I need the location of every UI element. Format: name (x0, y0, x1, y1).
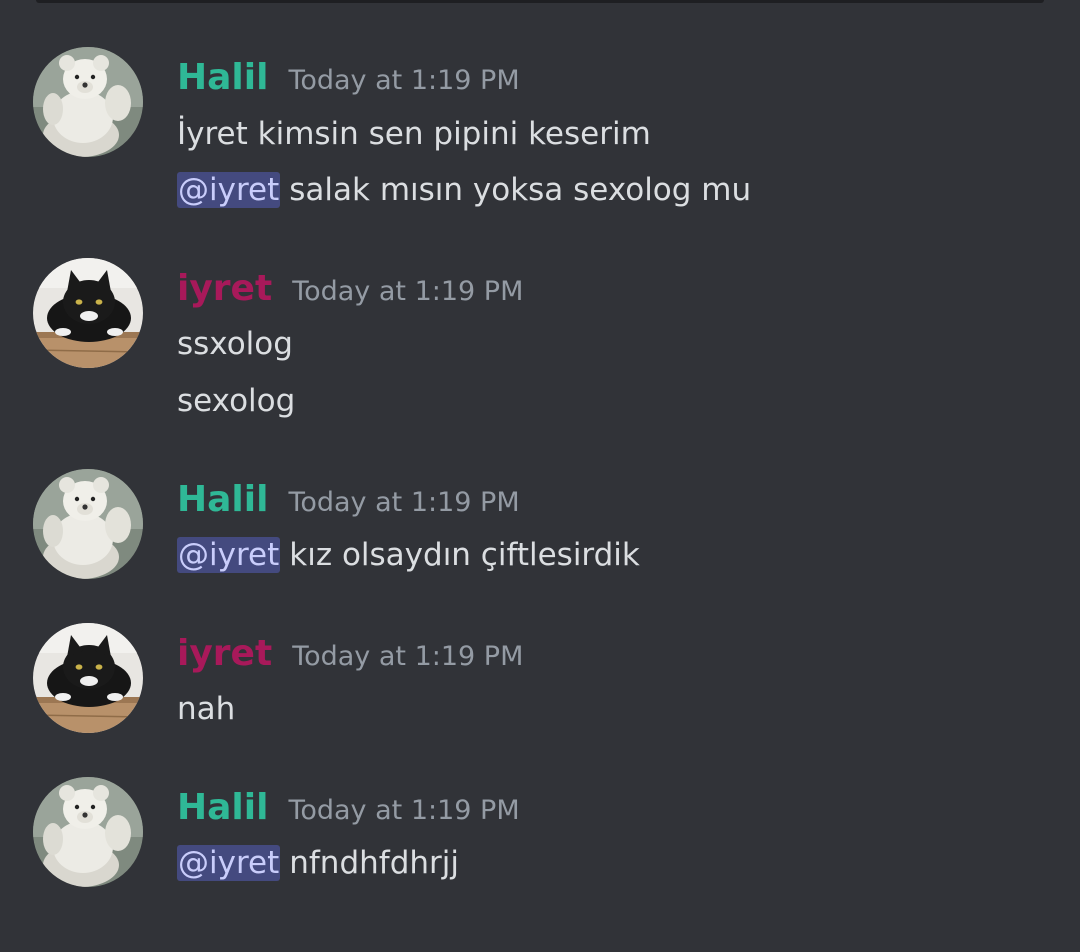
user-mention[interactable]: @iyret (177, 537, 281, 573)
user-mention[interactable]: @iyret (177, 845, 281, 881)
black-cat-avatar[interactable] (33, 258, 143, 368)
message-group-iyret-2: iyret Today at 1:19 PM nah (0, 623, 1080, 738)
message-group-halil-2: Halil Today at 1:19 PM @iyret kız olsaydın… (0, 469, 1080, 584)
message-text: İyret kimsin sen pipini keserim (177, 116, 651, 152)
message-line: nah (177, 687, 235, 731)
message-group-halil-3: Halil Today at 1:19 PM @iyret nfndhfdhrjj (0, 777, 1080, 892)
message-header: Halil Today at 1:19 PM (177, 785, 520, 831)
message-text: ssxolog (177, 326, 293, 362)
username[interactable]: iyret (177, 633, 272, 674)
message-header: Halil Today at 1:19 PM (177, 477, 520, 523)
black-cat-avatar[interactable] (33, 623, 143, 733)
message-header: Halil Today at 1:19 PM (177, 55, 520, 101)
username[interactable]: Halil (177, 57, 268, 98)
message-line: ssxolog (177, 322, 293, 366)
top-divider (36, 0, 1044, 3)
teddy-bear-avatar[interactable] (33, 47, 143, 157)
user-mention[interactable]: @iyret (177, 172, 281, 208)
message-group-iyret-1: iyret Today at 1:19 PM ssxolog sexolog (0, 258, 1080, 428)
message-text: nah (177, 691, 236, 727)
username[interactable]: iyret (177, 268, 272, 309)
message-line: sexolog (177, 379, 295, 423)
username[interactable]: Halil (177, 787, 268, 828)
timestamp: Today at 1:19 PM (288, 487, 520, 518)
timestamp: Today at 1:19 PM (292, 641, 524, 672)
timestamp: Today at 1:19 PM (292, 276, 524, 307)
timestamp: Today at 1:19 PM (288, 65, 520, 96)
message-header: iyret Today at 1:19 PM (177, 266, 523, 312)
message-line: İyret kimsin sen pipini keserim (177, 112, 651, 156)
message-line: @iyret nfndhfdhrjj (177, 841, 459, 885)
username[interactable]: Halil (177, 479, 268, 520)
teddy-bear-avatar[interactable] (33, 469, 143, 579)
message-text: nfndhfdhrjj (289, 845, 459, 881)
message-text: sexolog (177, 383, 296, 419)
message-text: kız olsaydın çiftlesirdik (289, 537, 640, 573)
message-group-halil-1: Halil Today at 1:19 PM İyret kimsin sen p… (0, 47, 1080, 217)
message-line: @iyret kız olsaydın çiftlesirdik (177, 533, 640, 577)
message-line: @iyret salak mısın yoksa sexolog mu (177, 168, 751, 212)
message-text: salak mısın yoksa sexolog mu (289, 172, 752, 208)
teddy-bear-avatar[interactable] (33, 777, 143, 887)
message-header: iyret Today at 1:19 PM (177, 631, 523, 677)
timestamp: Today at 1:19 PM (288, 795, 520, 826)
